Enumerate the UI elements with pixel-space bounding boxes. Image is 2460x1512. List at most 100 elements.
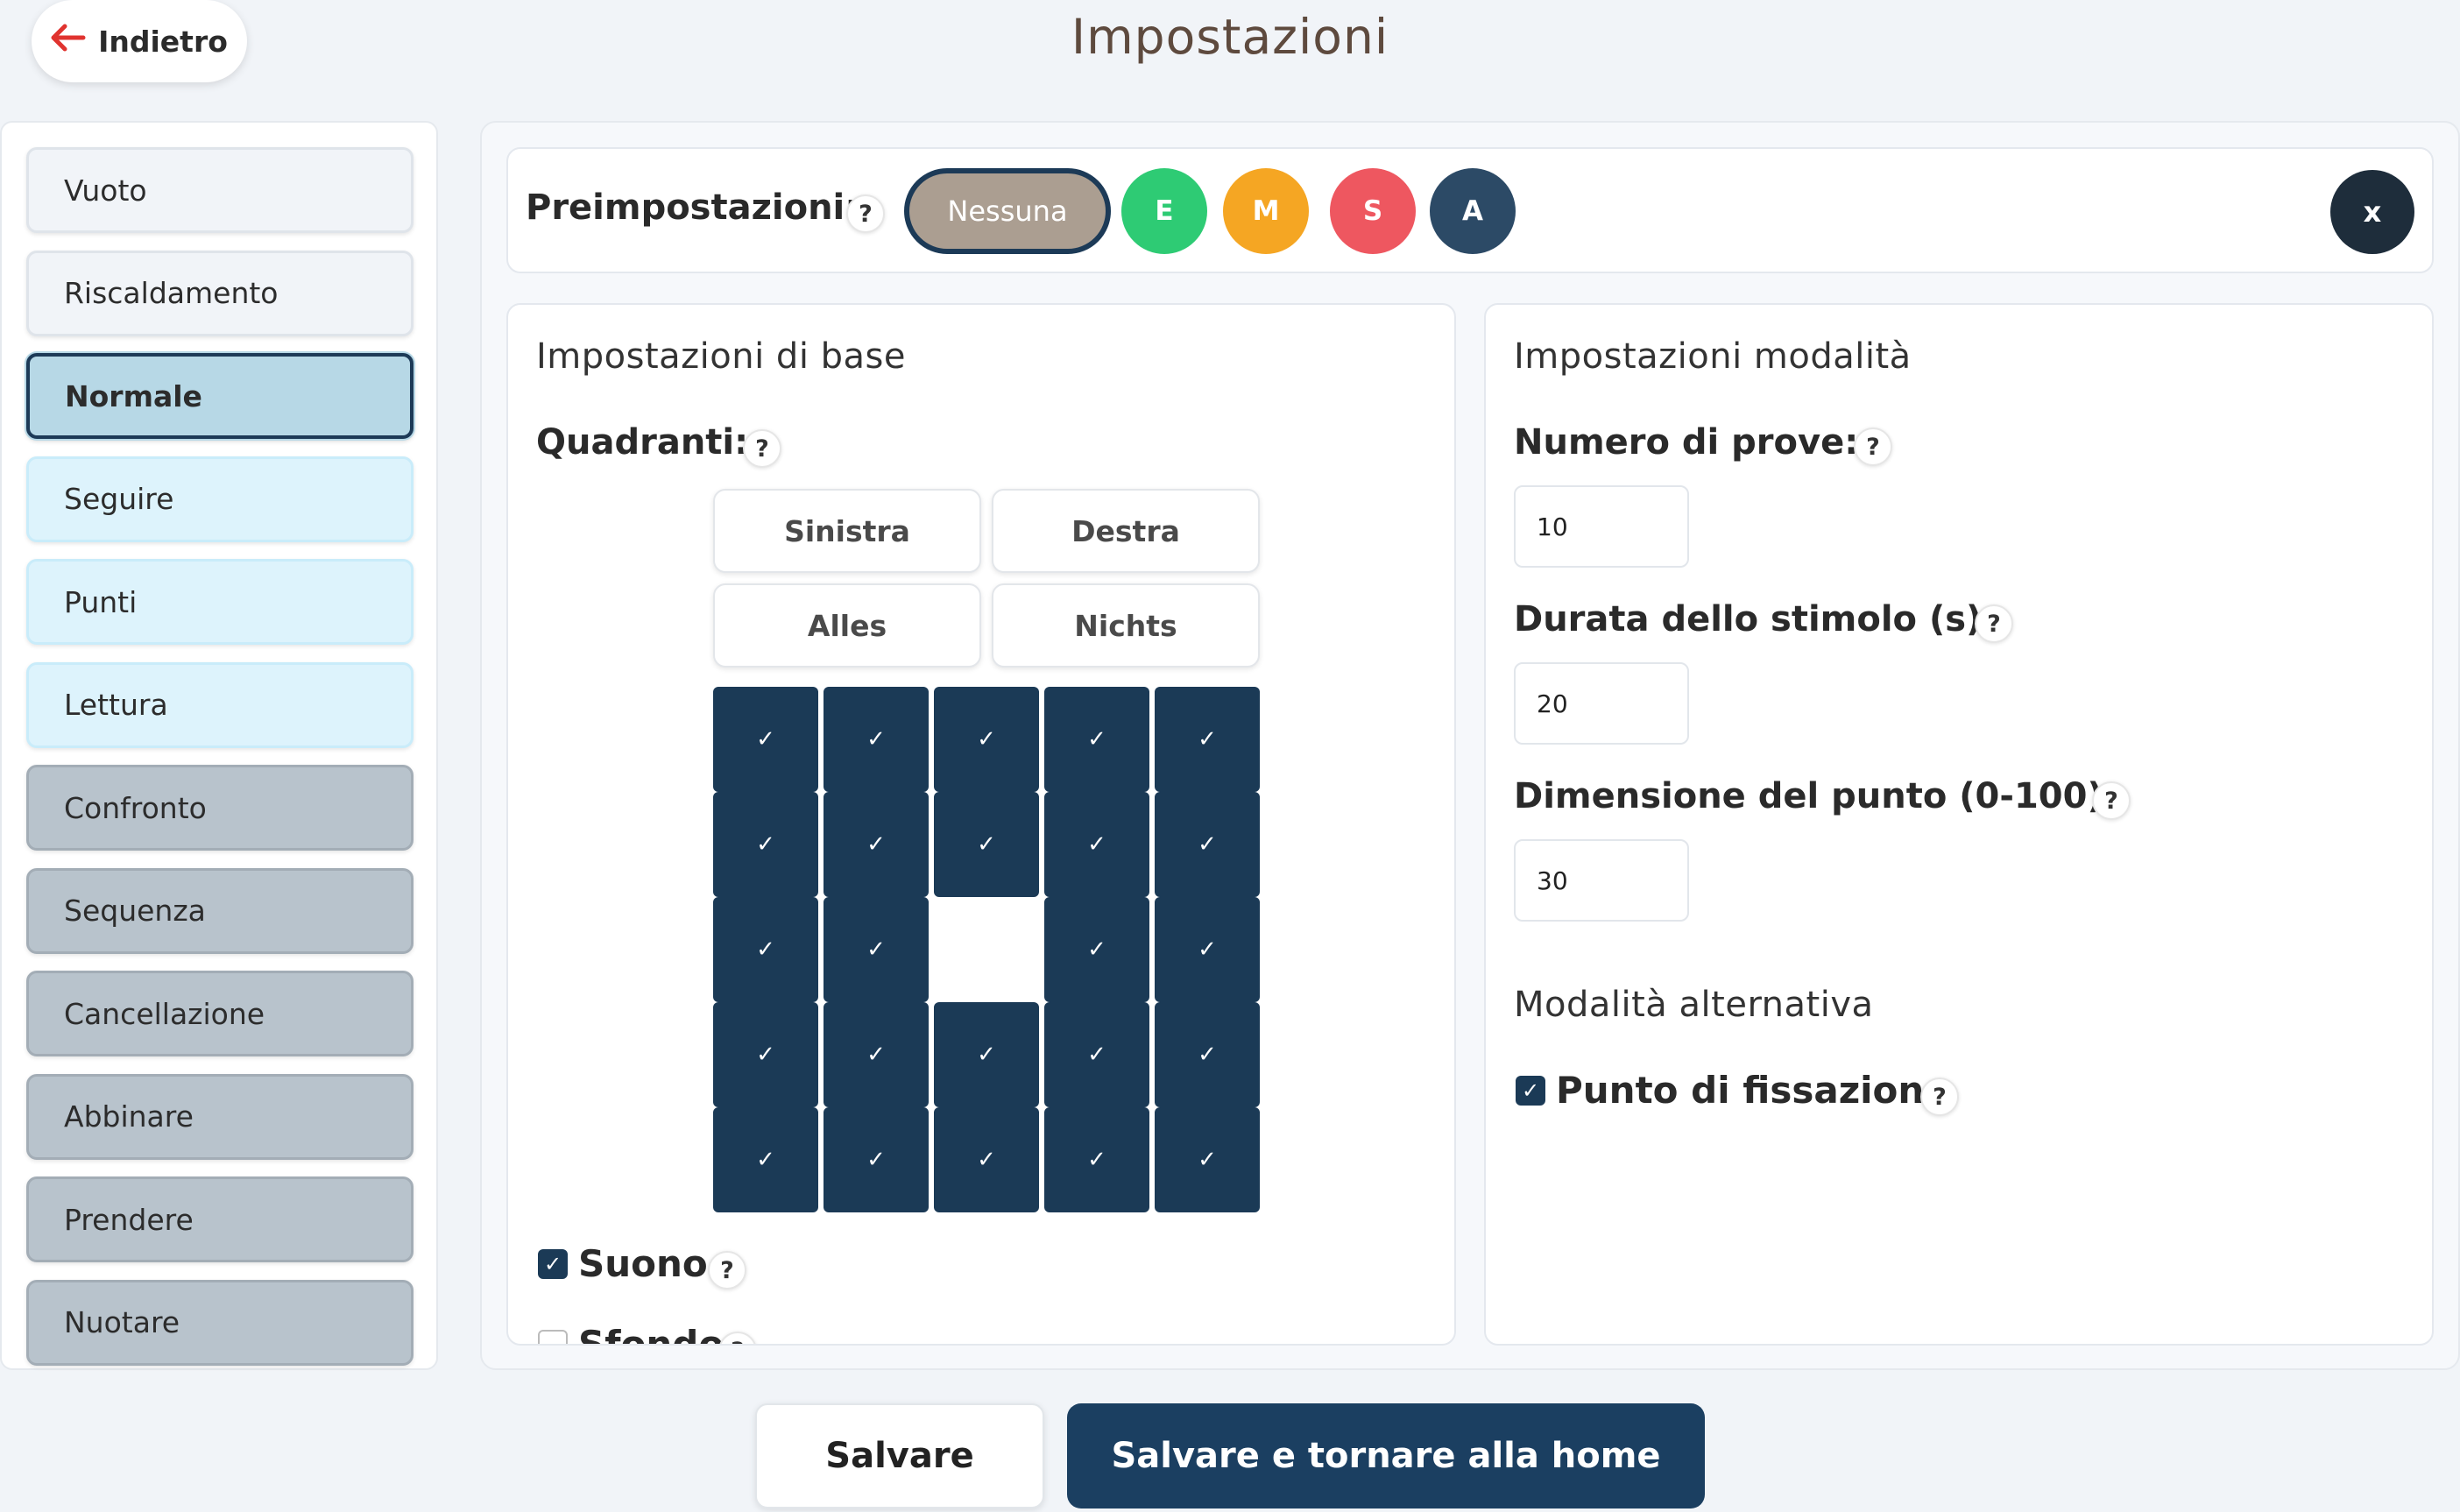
fixation-point-checkbox[interactable]: ✓ (1516, 1076, 1545, 1106)
dot-size-label: Dimensione del punto (0-100): (1514, 776, 2117, 816)
check-icon: ✓ (756, 831, 775, 858)
page-title: Impostazioni (1071, 9, 1389, 65)
quadrant-cell-r1-c1[interactable]: ✓ (713, 687, 818, 792)
quadrant-cell-r5-c1[interactable]: ✓ (713, 1107, 818, 1212)
quadrant-left-button[interactable]: Sinistra (713, 489, 981, 573)
close-button[interactable]: x (2330, 170, 2414, 254)
quadrant-cell-r2-c2[interactable]: ✓ (824, 792, 929, 897)
sidebar-item-normale[interactable]: Normale (26, 353, 414, 439)
dot-size-input[interactable] (1514, 839, 1689, 922)
check-icon: ✓ (1198, 726, 1217, 752)
sidebar-item-nuotare[interactable]: Nuotare (26, 1279, 414, 1366)
quadrant-cell-r1-c4[interactable]: ✓ (1044, 687, 1149, 792)
quadrant-cell-r1-c3[interactable]: ✓ (934, 687, 1039, 792)
quadrant-cell-r5-c3[interactable]: ✓ (934, 1107, 1039, 1212)
quadrant-cell-r3-c3[interactable] (934, 897, 1039, 1002)
presets-label: Preimpostazioni: (526, 187, 859, 228)
preset-a-button[interactable]: A (1430, 168, 1516, 254)
quadrant-cell-r3-c5[interactable]: ✓ (1155, 897, 1260, 1002)
quadrant-all-button[interactable]: Alles (713, 583, 981, 668)
dot-size-help-icon[interactable]: ? (2092, 781, 2131, 820)
sidebar-item-sequenza[interactable]: Sequenza (26, 867, 414, 954)
quadrant-cell-r1-c2[interactable]: ✓ (824, 687, 929, 792)
check-icon: ✓ (866, 1042, 886, 1068)
sidebar-item-abbinare[interactable]: Abbinare (26, 1073, 414, 1160)
quadrant-cell-r3-c1[interactable]: ✓ (713, 897, 818, 1002)
sidebar-item-prendere[interactable]: Prendere (26, 1176, 414, 1262)
check-icon: ✓ (866, 726, 886, 752)
preset-s-button[interactable]: S (1330, 168, 1416, 254)
trials-help-icon[interactable]: ? (1854, 427, 1892, 466)
trials-label: Numero di prove: (1514, 422, 1859, 463)
check-icon: ✓ (977, 726, 996, 752)
fixation-point-help-icon[interactable]: ? (1920, 1077, 1959, 1116)
check-icon: ✓ (1087, 831, 1106, 858)
save-button[interactable]: Salvare (755, 1403, 1044, 1508)
quadrant-cell-r5-c4[interactable]: ✓ (1044, 1107, 1149, 1212)
sidebar-item-label: Confronto (64, 790, 207, 825)
check-icon: ✓ (977, 1042, 996, 1068)
sidebar-item-label: Lettura (64, 688, 168, 722)
quadrant-cell-r4-c5[interactable]: ✓ (1155, 1002, 1260, 1107)
quadrant-cell-r5-c2[interactable]: ✓ (824, 1107, 929, 1212)
quadrant-cell-r2-c3[interactable]: ✓ (934, 792, 1039, 897)
quadrant-cell-r5-c5[interactable]: ✓ (1155, 1107, 1260, 1212)
quadrant-cell-r1-c5[interactable]: ✓ (1155, 687, 1260, 792)
check-icon: ✓ (866, 936, 886, 963)
preset-m-button[interactable]: M (1223, 168, 1309, 254)
check-icon: ✓ (1087, 1042, 1106, 1068)
check-icon: ✓ (1198, 1147, 1217, 1173)
check-icon: ✓ (1198, 831, 1217, 858)
stimulus-duration-input[interactable] (1514, 662, 1689, 745)
quadrant-cell-r4-c2[interactable]: ✓ (824, 1002, 929, 1107)
check-icon: ✓ (1198, 1042, 1217, 1068)
sound-checkbox[interactable]: ✓ (538, 1249, 568, 1279)
check-icon: ✓ (756, 726, 775, 752)
sidebar-item-seguire[interactable]: Seguire (26, 456, 414, 542)
save-and-home-button[interactable]: Salvare e tornare alla home (1067, 1403, 1705, 1508)
sidebar-item-punti[interactable]: Punti (26, 559, 414, 645)
check-icon: ✓ (1087, 936, 1106, 963)
presets-help-icon[interactable]: ? (846, 194, 885, 233)
quadrants-help-icon[interactable]: ? (743, 429, 781, 468)
check-icon: ✓ (977, 1147, 996, 1173)
preset-e-button[interactable]: E (1121, 168, 1207, 254)
sidebar-item-cancellazione[interactable]: Cancellazione (26, 971, 414, 1056)
check-icon: ✓ (1198, 936, 1217, 963)
alternative-mode-title: Modalità alternativa (1514, 985, 1874, 1025)
stimulus-duration-help-icon[interactable]: ? (1975, 604, 2013, 643)
preset-none-button[interactable]: Nessuna (904, 168, 1111, 254)
background-checkbox[interactable] (538, 1330, 568, 1344)
quadrant-cell-r4-c4[interactable]: ✓ (1044, 1002, 1149, 1107)
sidebar-item-confronto[interactable]: Confronto (26, 765, 414, 851)
quadrant-cell-r3-c4[interactable]: ✓ (1044, 897, 1149, 1002)
sidebar-item-label: Cancellazione (64, 996, 265, 1031)
check-icon: ✓ (977, 831, 996, 858)
quadrant-cell-r2-c5[interactable]: ✓ (1155, 792, 1260, 897)
quadrant-cell-r4-c1[interactable]: ✓ (713, 1002, 818, 1107)
quadrant-cell-r2-c4[interactable]: ✓ (1044, 792, 1149, 897)
quadrant-cell-r2-c1[interactable]: ✓ (713, 792, 818, 897)
quadrant-cell-r3-c2[interactable]: ✓ (824, 897, 929, 1002)
mode-settings-title: Impostazioni modalità (1514, 336, 1912, 377)
sidebar-item-label: Prendere (64, 1202, 194, 1237)
check-icon: ✓ (866, 1147, 886, 1173)
quadrant-cell-r4-c3[interactable]: ✓ (934, 1002, 1039, 1107)
sidebar-item-label: Nuotare (64, 1305, 180, 1339)
check-icon: ✓ (543, 1252, 562, 1276)
fixation-point-label: Punto di fissazione (1556, 1069, 1949, 1112)
trials-input[interactable] (1514, 485, 1689, 568)
basic-settings-card: Impostazioni di base Quadranti: ? Sinist… (506, 303, 1456, 1346)
mode-settings-card: Impostazioni modalità Numero di prove: ?… (1484, 303, 2434, 1346)
check-icon: ✓ (756, 1042, 775, 1068)
quadrant-right-button[interactable]: Destra (992, 489, 1260, 573)
sidebar-item-label: Abbinare (64, 1099, 194, 1134)
sidebar-item-riscaldamento[interactable]: Riscaldamento (26, 250, 414, 336)
sound-help-icon[interactable]: ? (708, 1251, 746, 1289)
background-help-icon[interactable]: ? (718, 1332, 757, 1344)
sidebar-item-vuoto[interactable]: Vuoto (26, 147, 414, 233)
quadrant-none-button[interactable]: Nichts (992, 583, 1260, 668)
sidebar-item-lettura[interactable]: Lettura (26, 661, 414, 748)
check-icon: ✓ (866, 831, 886, 858)
sound-label: Suono (578, 1242, 708, 1285)
